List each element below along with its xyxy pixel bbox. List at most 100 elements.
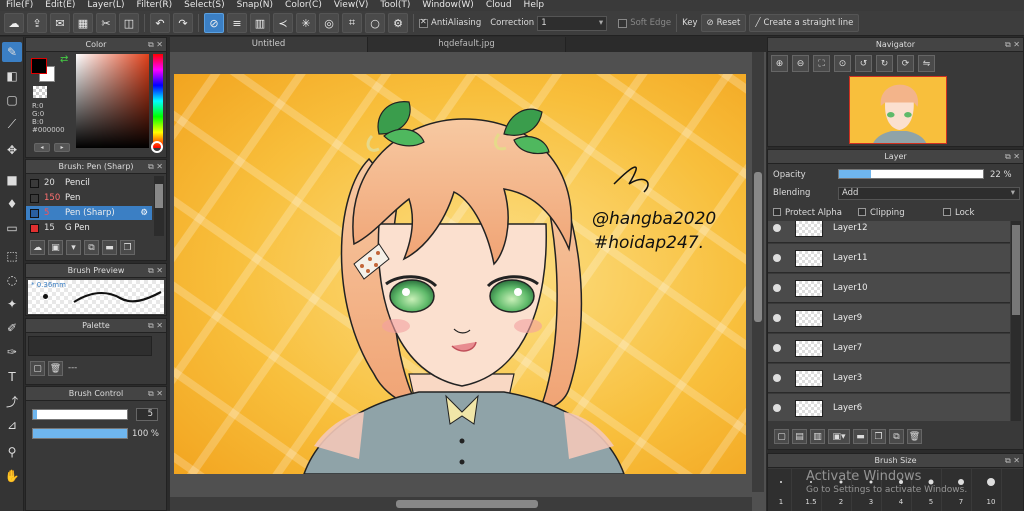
delete-layer-icon[interactable]: 🗑 [907,429,922,444]
zoom-in-icon[interactable]: ⊕ [771,55,788,72]
panel-window-icons[interactable]: ⧉ ✕ [148,319,163,332]
panel-window-icons[interactable]: ⧉ ✕ [148,160,163,173]
folder-icon[interactable]: ▬ [102,240,117,255]
eyedropper-tool-icon[interactable]: ⚲ [2,442,22,462]
tab-untitled[interactable]: Untitled [170,37,368,52]
duplicate-layer-icon[interactable]: ❐ [871,429,886,444]
select-tool-icon[interactable]: ⬚ [2,246,22,266]
divide-tool-icon[interactable]: ⊿ [2,415,22,435]
hide-selection-icon[interactable]: ◫ [119,13,139,33]
brush-size-value[interactable]: 5 [136,408,158,421]
soft-edge-option[interactable]: Soft Edge [618,18,671,28]
reset-rotation-icon[interactable]: ⟳ [897,55,914,72]
move-tool-icon[interactable]: ✥ [2,140,22,160]
visibility-eye-icon[interactable] [773,344,781,352]
add-color-icon[interactable]: ◂ [34,143,50,152]
canvas-horizontal-scrollbar[interactable] [170,497,752,511]
panel-window-icons[interactable]: ⧉ ✕ [1005,38,1020,51]
layer-row[interactable]: Layer9 [768,304,1010,333]
bucket-tool-icon[interactable]: ♦ [2,194,22,214]
visibility-eye-icon[interactable] [773,374,781,382]
menu-window[interactable]: Window(W) [416,0,479,11]
color-mode-icon[interactable]: ▸ [54,143,70,152]
artwork-canvas[interactable]: @hangba2020 #hoidap247. [174,74,746,474]
rectangle-select-tool-icon[interactable]: ▢ [2,90,22,110]
grid-icon[interactable]: ▦ [73,13,93,33]
foreground-color-swatch[interactable] [31,58,47,74]
snap-off-icon[interactable]: ⊘ [204,13,224,33]
layer-list-scrollbar[interactable] [1011,221,1021,421]
menu-layer[interactable]: Layer(L) [81,0,130,11]
share-icon[interactable]: ⇪ [27,13,47,33]
hue-slider[interactable] [153,54,163,148]
scrollbar-thumb[interactable] [396,500,538,508]
canvas-area[interactable]: @hangba2020 #hoidap247. [170,52,766,511]
snap-curve-icon[interactable]: ⌗ [342,13,362,33]
menu-view[interactable]: View(V) [328,0,375,11]
fit-window-icon[interactable]: ⛶ [813,55,830,72]
layer-row[interactable]: Layer11 [768,244,1010,273]
menu-tool[interactable]: Tool(T) [374,0,416,11]
select-eraser-tool-icon[interactable]: ✑ [2,342,22,362]
saturation-value-picker[interactable] [76,54,149,148]
clipping-option[interactable]: Clipping [858,208,905,218]
new-palette-icon[interactable]: ▢ [30,361,45,376]
cloud-brush-icon[interactable]: ☁ [30,240,45,255]
reset-button[interactable]: ⊘ Reset [700,14,747,32]
dot-line-tool-icon[interactable]: ⟋ [2,114,22,134]
copy-brush-icon[interactable]: ⧉ [84,240,99,255]
panel-window-icons[interactable]: ⧉ ✕ [148,264,163,277]
scrollbar-thumb[interactable] [1012,225,1020,315]
operation-tool-icon[interactable]: ⤴ [2,391,22,411]
menu-color[interactable]: Color(C) [279,0,328,11]
layer-row[interactable]: Layer3 [768,364,1010,393]
layer-row[interactable]: Layer12 [768,221,1010,243]
blending-mode-select[interactable]: Add [838,187,1020,200]
text-tool-icon[interactable]: T [2,367,22,387]
undo-icon[interactable]: ↶ [150,13,170,33]
canvas-vertical-scrollbar[interactable] [752,52,764,492]
rotate-left-icon[interactable]: ↺ [855,55,872,72]
protect-alpha-checkbox[interactable] [773,208,781,216]
eraser-tool-icon[interactable]: ◧ [2,66,22,86]
new-8bit-layer-icon[interactable]: ▥ [810,429,825,444]
lasso-tool-icon[interactable]: ◌ [2,270,22,290]
hue-slider-knob[interactable] [151,141,163,153]
magic-wand-tool-icon[interactable]: ✦ [2,294,22,314]
layer-opacity-slider[interactable] [838,169,984,179]
snap-parallel-icon[interactable]: ≡ [227,13,247,33]
clipping-checkbox[interactable] [858,208,866,216]
antialiasing-option[interactable]: AntiAliasing [419,17,481,28]
transparent-color-swatch[interactable] [33,86,47,98]
delete-palette-icon[interactable]: 🗑 [48,361,63,376]
panel-window-icons[interactable]: ⧉ ✕ [148,38,163,51]
duplicate-icon[interactable]: ❐ [120,240,135,255]
merge-down-icon[interactable]: ⧉ [889,429,904,444]
visibility-eye-icon[interactable] [773,314,781,322]
antialiasing-checkbox[interactable] [419,17,428,28]
tab-hqdefault[interactable]: hqdefault.jpg [368,37,566,52]
new-layer-icon[interactable]: ▢ [774,429,789,444]
soft-edge-checkbox[interactable] [618,18,628,28]
layer-row[interactable]: Layer10 [768,274,1010,303]
menu-select[interactable]: Select(S) [178,0,231,11]
gradation-tool-icon[interactable]: ▭ [2,218,22,238]
cloud-icon[interactable]: ☁ [4,13,24,33]
brush-size-option[interactable]: 1 [770,469,792,511]
layer-row[interactable]: Layer6 [768,394,1010,421]
panel-window-icons[interactable]: ⧉ ✕ [1005,454,1020,467]
protect-alpha-option[interactable]: Protect Alpha [773,208,842,218]
brush-size-option[interactable]: 10 [980,469,1002,511]
hand-tool-icon[interactable]: ✋ [2,466,22,486]
visibility-eye-icon[interactable] [773,254,781,262]
scrollbar-thumb[interactable] [155,184,163,208]
visibility-eye-icon[interactable] [773,224,781,232]
brush-list-scrollbar[interactable] [154,176,164,236]
redo-icon[interactable]: ↷ [173,13,193,33]
correction-select[interactable]: 1 [537,15,608,31]
brush-item-g-pen[interactable]: 15 G Pen [26,221,152,235]
snap-settings-icon[interactable]: ⚙ [388,13,408,33]
menu-filter[interactable]: Filter(R) [131,0,179,11]
brush-opacity-slider[interactable] [32,428,128,439]
snap-radial-icon[interactable]: ✳ [296,13,316,33]
